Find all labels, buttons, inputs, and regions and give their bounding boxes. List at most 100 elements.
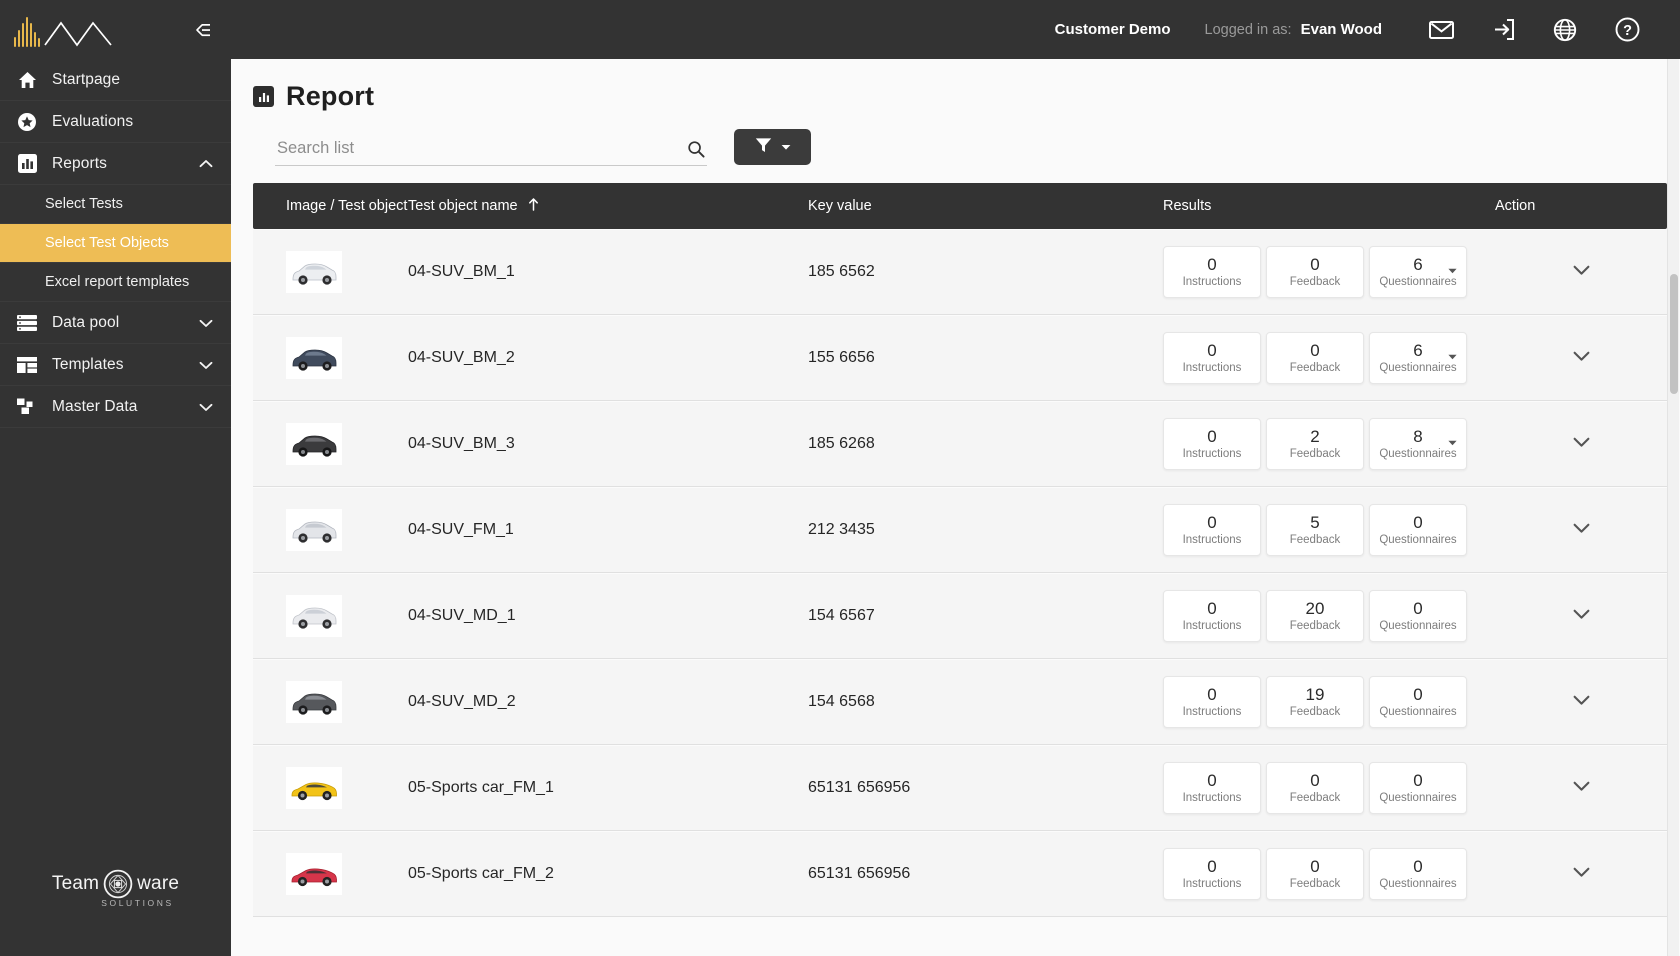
expand-row-chevron-down-icon[interactable] [1565, 771, 1598, 805]
instructions-card[interactable]: 0 Instructions [1163, 676, 1261, 728]
feedback-count: 0 [1310, 771, 1320, 791]
sidebar-item-data-pool[interactable]: Data pool [0, 302, 231, 344]
company-logo[interactable] [14, 13, 115, 47]
column-header-results[interactable]: Results [1163, 198, 1495, 214]
chevron-up-icon[interactable] [199, 159, 213, 169]
questionnaires-card[interactable]: 0 Questionnaires [1369, 504, 1467, 556]
caret-down-icon[interactable] [1448, 347, 1457, 365]
table-row[interactable]: 04-SUV_BM_1 185 6562 0 Instructions 0 Fe… [253, 229, 1667, 315]
scrollbar-thumb[interactable] [1670, 274, 1678, 394]
sidebar-header [0, 0, 231, 59]
column-header-key-value[interactable]: Key value [808, 198, 1163, 214]
feedback-count: 2 [1310, 427, 1320, 447]
filter-button[interactable] [734, 129, 811, 165]
sidebar-item-label: Evaluations [52, 112, 134, 130]
instructions-count: 0 [1207, 599, 1217, 619]
row-thumbnail-cell [253, 337, 408, 379]
table-row[interactable]: 04-SUV_FM_1 212 3435 0 Instructions 5 Fe… [253, 487, 1667, 573]
questionnaires-card[interactable]: 0 Questionnaires [1369, 762, 1467, 814]
table-row[interactable]: 04-SUV_BM_3 185 6268 0 Instructions 2 Fe… [253, 401, 1667, 487]
row-action-cell [1495, 771, 1667, 805]
column-header-name[interactable]: Test object name [408, 198, 808, 215]
chevron-down-icon[interactable] [199, 318, 213, 328]
feedback-card[interactable]: 19 Feedback [1266, 676, 1364, 728]
globe-icon[interactable] [1534, 10, 1596, 50]
sidebar-item-master-data[interactable]: Master Data [0, 386, 231, 428]
feedback-card[interactable]: 0 Feedback [1266, 332, 1364, 384]
feedback-label: Feedback [1289, 791, 1341, 804]
row-key-value: 185 6268 [808, 435, 875, 452]
expand-row-chevron-down-icon[interactable] [1565, 427, 1598, 461]
sidebar-item-excel-report-templates[interactable]: Excel report templates [0, 263, 231, 302]
instructions-card[interactable]: 0 Instructions [1163, 246, 1261, 298]
questionnaires-card[interactable]: 0 Questionnaires [1369, 676, 1467, 728]
row-key-value: 212 3435 [808, 521, 875, 538]
search-icon[interactable] [685, 140, 707, 158]
row-action-cell [1495, 513, 1667, 547]
table-row[interactable]: 05-Sports car_FM_1 65131 656956 0 Instru… [253, 745, 1667, 831]
search-input[interactable] [275, 137, 685, 160]
vertical-scrollbar[interactable] [1667, 59, 1679, 956]
help-icon[interactable]: ? [1596, 10, 1658, 50]
mail-icon[interactable] [1410, 10, 1472, 50]
logout-icon[interactable] [1472, 10, 1534, 50]
sidebar-item-startpage[interactable]: Startpage [0, 59, 231, 101]
sidebar-item-select-tests[interactable]: Select Tests [0, 185, 231, 224]
instructions-count: 0 [1207, 857, 1217, 877]
instructions-card[interactable]: 0 Instructions [1163, 762, 1261, 814]
row-thumbnail-cell [253, 853, 408, 895]
results-group: 0 Instructions 2 Feedback 8 Questionnair… [1163, 418, 1495, 470]
feedback-card[interactable]: 0 Feedback [1266, 762, 1364, 814]
feedback-count: 19 [1305, 685, 1325, 705]
expand-row-chevron-down-icon[interactable] [1565, 513, 1598, 547]
instructions-label: Instructions [1182, 877, 1242, 890]
instructions-label: Instructions [1182, 705, 1242, 718]
sidebar-item-reports[interactable]: Reports [0, 143, 231, 185]
feedback-card[interactable]: 5 Feedback [1266, 504, 1364, 556]
suv-white-icon [286, 251, 342, 293]
instructions-card[interactable]: 0 Instructions [1163, 332, 1261, 384]
sidebar-item-templates[interactable]: Templates [0, 344, 231, 386]
instructions-card[interactable]: 0 Instructions [1163, 590, 1261, 642]
row-action-cell [1495, 857, 1667, 891]
questionnaires-count: 0 [1413, 771, 1423, 791]
questionnaires-card[interactable]: 0 Questionnaires [1369, 848, 1467, 900]
questionnaires-card[interactable]: 8 Questionnaires [1369, 418, 1467, 470]
table-row[interactable]: 04-SUV_BM_2 155 6656 0 Instructions 0 Fe… [253, 315, 1667, 401]
questionnaires-card[interactable]: 6 Questionnaires [1369, 332, 1467, 384]
row-results-cell: 0 Instructions 0 Feedback 0 Questionnair… [1163, 762, 1495, 814]
sidebar-footer: Team ware SOLUTIONS [0, 836, 231, 956]
column-header-image[interactable]: Image / Test object [253, 198, 408, 214]
instructions-label: Instructions [1182, 361, 1242, 374]
chevron-down-icon[interactable] [199, 402, 213, 412]
feedback-count: 0 [1310, 255, 1320, 275]
row-thumbnail-cell [253, 767, 408, 809]
sidebar-item-select-test-objects[interactable]: Select Test Objects [0, 224, 231, 263]
page-title-text: Report [286, 81, 375, 111]
feedback-card[interactable]: 20 Feedback [1266, 590, 1364, 642]
expand-row-chevron-down-icon[interactable] [1565, 599, 1598, 633]
feedback-card[interactable]: 0 Feedback [1266, 848, 1364, 900]
instructions-card[interactable]: 0 Instructions [1163, 848, 1261, 900]
main-area: Customer Demo Logged in as: Evan Wood ? … [231, 0, 1680, 956]
table-row[interactable]: 04-SUV_MD_1 154 6567 0 Instructions 20 F… [253, 573, 1667, 659]
chevron-down-icon[interactable] [199, 360, 213, 370]
teamware-globe-icon [103, 869, 133, 898]
instructions-card[interactable]: 0 Instructions [1163, 504, 1261, 556]
feedback-card[interactable]: 2 Feedback [1266, 418, 1364, 470]
questionnaires-card[interactable]: 6 Questionnaires [1369, 246, 1467, 298]
feedback-card[interactable]: 0 Feedback [1266, 246, 1364, 298]
expand-row-chevron-down-icon[interactable] [1565, 341, 1598, 375]
caret-down-icon[interactable] [1448, 261, 1457, 279]
expand-row-chevron-down-icon[interactable] [1565, 857, 1598, 891]
questionnaires-card[interactable]: 0 Questionnaires [1369, 590, 1467, 642]
instructions-card[interactable]: 0 Instructions [1163, 418, 1261, 470]
expand-row-chevron-down-icon[interactable] [1565, 685, 1598, 719]
table-row[interactable]: 04-SUV_MD_2 154 6568 0 Instructions 19 F… [253, 659, 1667, 745]
sidebar-item-evaluations[interactable]: Evaluations [0, 101, 231, 143]
feedback-label: Feedback [1289, 705, 1341, 718]
collapse-sidebar-icon[interactable] [187, 17, 213, 43]
caret-down-icon[interactable] [1448, 433, 1457, 451]
table-row[interactable]: 05-Sports car_FM_2 65131 656956 0 Instru… [253, 831, 1667, 917]
expand-row-chevron-down-icon[interactable] [1565, 255, 1598, 289]
